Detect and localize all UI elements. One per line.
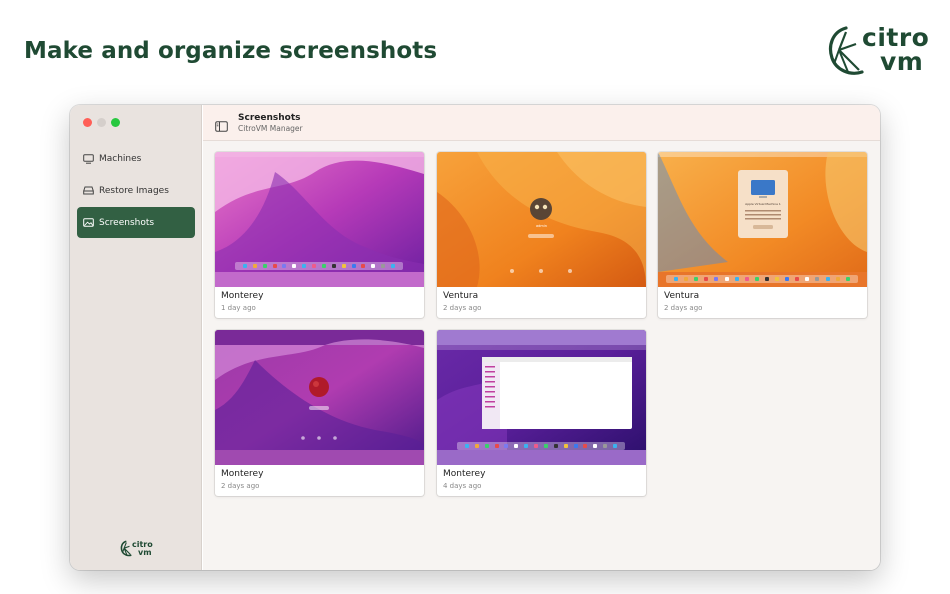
drive-icon bbox=[82, 185, 94, 197]
screenshot-name: Monterey bbox=[443, 469, 486, 479]
sidebar-item-restore-images[interactable]: Restore Images bbox=[77, 175, 195, 206]
screenshot-card[interactable]: Monterey 4 days ago bbox=[437, 330, 646, 496]
screenshot-thumbnail[interactable] bbox=[215, 330, 424, 465]
sidebar-logo-line2: vm bbox=[138, 548, 152, 557]
screenshot-card[interactable]: admin Ventura 2 days ago bbox=[437, 152, 646, 318]
sidebar-item-machines[interactable]: Machines bbox=[77, 143, 195, 174]
app-window: Machines Restore Images Screenshots citr… bbox=[70, 105, 880, 570]
screenshot-card[interactable]: Apple Virtual Machine 1 Ventura 2 days a… bbox=[658, 152, 867, 318]
screenshots-grid: Monterey 1 day ago admin Ventura 2 days … bbox=[203, 141, 880, 570]
dock bbox=[235, 262, 403, 270]
close-button[interactable] bbox=[83, 118, 92, 127]
screenshot-age: 1 day ago bbox=[221, 304, 256, 312]
window-controls bbox=[83, 118, 120, 127]
screenshot-age: 2 days ago bbox=[221, 482, 260, 490]
citrovm-logo: citro vm bbox=[826, 22, 929, 80]
about-window-title: Apple Virtual Machine 1 bbox=[745, 202, 781, 206]
screenshot-age: 2 days ago bbox=[664, 304, 703, 312]
login-username: admin bbox=[536, 224, 547, 228]
lime-slice-icon bbox=[828, 26, 864, 75]
page-subtitle: CitroVM Manager bbox=[238, 124, 303, 133]
sidebar-item-label: Screenshots bbox=[99, 217, 155, 228]
screenshot-age: 4 days ago bbox=[443, 482, 482, 490]
brand-text-line2: vm bbox=[880, 47, 924, 76]
monitor-icon bbox=[82, 153, 94, 165]
toolbar: Screenshots CitroVM Manager bbox=[203, 105, 880, 141]
headline: Make and organize screenshots bbox=[24, 38, 438, 64]
screenshot-thumbnail[interactable] bbox=[215, 152, 424, 287]
screenshot-age: 2 days ago bbox=[443, 304, 482, 312]
zoom-button[interactable] bbox=[111, 118, 120, 127]
sidebar: Machines Restore Images Screenshots citr… bbox=[70, 105, 202, 570]
sidebar-item-label: Restore Images bbox=[99, 185, 169, 196]
page-title: Screenshots bbox=[238, 113, 301, 123]
sidebar-item-screenshots[interactable]: Screenshots bbox=[77, 207, 195, 238]
screenshot-thumbnail[interactable]: Apple Virtual Machine 1 bbox=[658, 152, 867, 287]
screenshot-name: Monterey bbox=[221, 291, 264, 301]
dock bbox=[457, 442, 625, 450]
screenshot-name: Ventura bbox=[664, 291, 700, 301]
sidebar-toggle-icon[interactable] bbox=[215, 117, 228, 136]
screenshot-name: Monterey bbox=[221, 469, 264, 479]
dock bbox=[666, 275, 858, 283]
screenshot-thumbnail[interactable]: admin bbox=[437, 152, 646, 287]
minimize-button[interactable] bbox=[97, 118, 106, 127]
sidebar-logo: citro vm bbox=[120, 540, 156, 558]
sidebar-nav: Machines Restore Images Screenshots bbox=[77, 143, 195, 239]
screenshot-name: Ventura bbox=[443, 291, 479, 301]
screenshot-card[interactable]: Monterey 2 days ago bbox=[215, 330, 424, 496]
screenshot-card[interactable]: Monterey 1 day ago bbox=[215, 152, 424, 318]
screenshot-thumbnail[interactable] bbox=[437, 330, 646, 465]
lime-slice-icon bbox=[120, 540, 132, 557]
photo-icon bbox=[82, 217, 94, 229]
sidebar-item-label: Machines bbox=[99, 153, 142, 164]
